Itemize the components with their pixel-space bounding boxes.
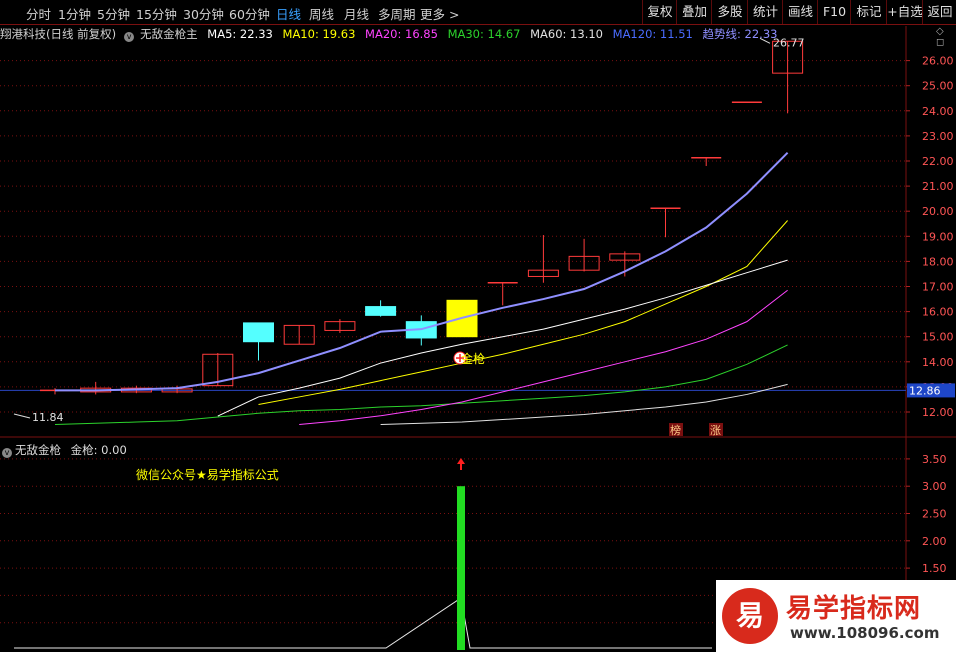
jinqiang-signal-bar [457, 486, 465, 650]
price-tick-label: 20.00 [922, 205, 954, 218]
price-tick-label: 19.00 [922, 230, 954, 243]
zhang-badge-text: 涨 [710, 424, 721, 437]
sub-tick-label: 1.50 [922, 562, 947, 575]
bang-badge-text: 榜 [670, 423, 681, 437]
ma10-line [258, 220, 788, 405]
low-price-label: 11.84 [32, 411, 64, 424]
price-tick-label: 21.00 [922, 180, 954, 193]
logo-title: 易学指标网 [786, 594, 922, 624]
logo-url: www.108096.com [790, 624, 940, 642]
logo-mark-icon: 易 [722, 588, 778, 644]
sub-tick-label: 3.00 [922, 480, 947, 493]
price-tick-label: 15.00 [922, 331, 954, 344]
trend-line [55, 152, 789, 392]
price-tick-label: 24.00 [922, 105, 954, 118]
watermark-text: 微信公众号★易学指标公式 [136, 467, 279, 482]
candle-body [365, 306, 397, 316]
sub-tick-label: 2.50 [922, 508, 947, 521]
price-tick-label: 22.00 [922, 155, 954, 168]
price-tick-label: 16.00 [922, 306, 954, 319]
price-tick-label: 12.00 [922, 406, 954, 419]
price-tick-label: 17.00 [922, 281, 954, 294]
low-arrow [13, 413, 31, 419]
up-arrow-icon [457, 458, 465, 464]
kline-chart[interactable]: 26.00 25.00 24.00 23.00 22.00 21.00 20.00 19.00… [0, 0, 956, 652]
current-price-label: 12.86 [909, 384, 941, 397]
sub-tick-label: 3.50 [922, 453, 947, 466]
price-tick-label: 26.00 [922, 55, 954, 68]
price-tick-label: 23.00 [922, 130, 954, 143]
price-tick-label: 14.00 [922, 356, 954, 369]
high-price-label: 26.77 [773, 36, 805, 49]
candle-body [243, 322, 274, 343]
sub-indicator-line [14, 597, 712, 649]
price-tick-label: 25.00 [922, 80, 954, 93]
price-tick-label: 18.00 [922, 255, 954, 268]
signal-label: 金枪 [461, 351, 485, 366]
site-logo: 易 易学指标网 www.108096.com [716, 580, 956, 652]
ma30-line [54, 344, 788, 426]
sub-tick-label: 2.00 [922, 535, 947, 548]
high-arrow [759, 37, 771, 44]
